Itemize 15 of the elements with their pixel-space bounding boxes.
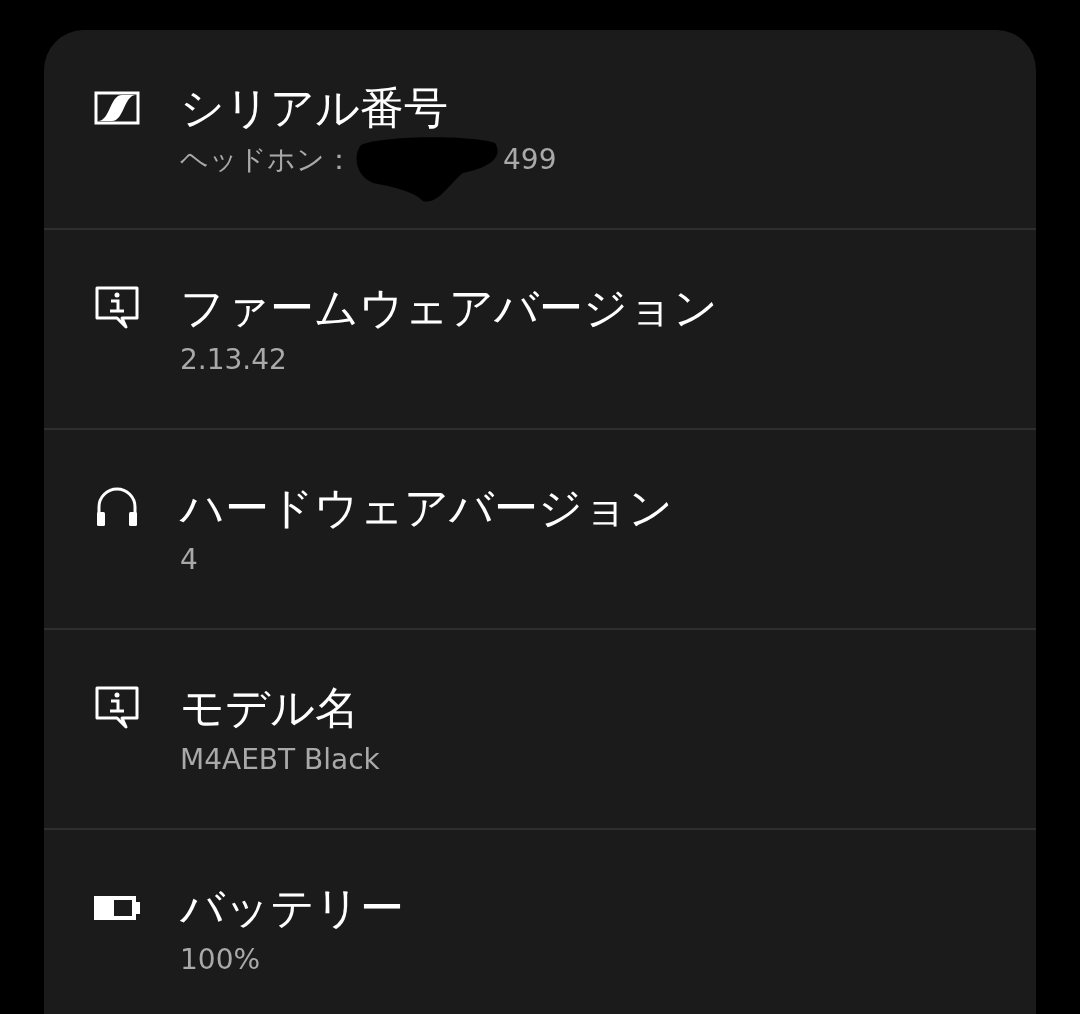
setting-value: 2.13.42 <box>180 342 287 378</box>
setting-title: シリアル番号 <box>180 82 449 134</box>
setting-title: ファームウェアバージョン <box>180 282 718 334</box>
logo-icon <box>94 91 140 125</box>
setting-value: 4 <box>180 542 198 578</box>
battery-icon <box>94 896 140 920</box>
info-icon <box>94 685 140 731</box>
setting-title: バッテリー <box>180 882 404 934</box>
setting-title: ハードウェアバージョン <box>180 482 673 534</box>
setting-value: M4AEBT Black <box>180 742 380 778</box>
setting-title: モデル名 <box>180 682 360 734</box>
setting-value: 499 <box>503 142 557 178</box>
info-icon <box>94 285 140 331</box>
setting-value: ヘッドホン： <box>180 142 353 178</box>
setting-value: 100% <box>180 942 261 978</box>
